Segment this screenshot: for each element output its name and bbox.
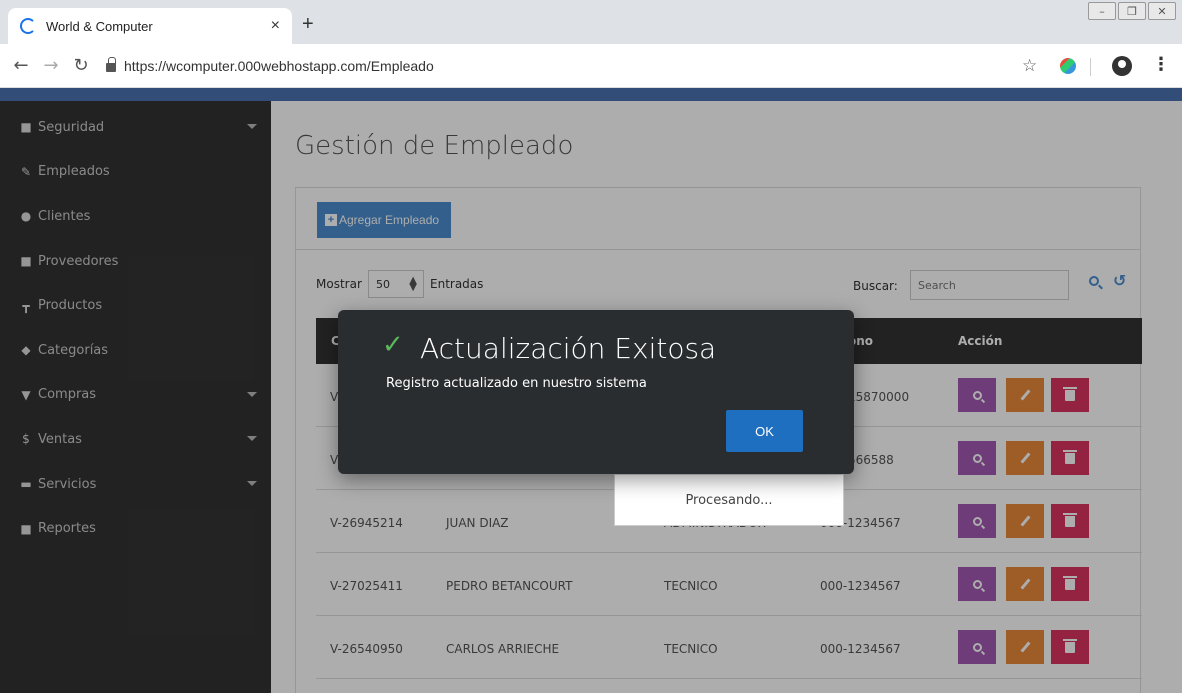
browser-tab-bar: World & Computer × + – ❐ ✕ (0, 0, 1182, 44)
bookmark-star-icon[interactable]: ☆ (1022, 56, 1037, 76)
address-bar[interactable]: https://wcomputer.000webhostapp.com/Empl… (106, 50, 1006, 82)
url-text[interactable]: https://wcomputer.000webhostapp.com/Empl… (124, 58, 434, 74)
lock-icon (106, 57, 116, 72)
new-tab-button[interactable]: + (302, 13, 314, 36)
browser-toolbar: ← → ↻ https://wcomputer.000webhostapp.co… (0, 44, 1182, 88)
close-window-button[interactable]: ✕ (1148, 2, 1176, 20)
account-icon[interactable] (1112, 56, 1132, 76)
back-button[interactable]: ← (6, 55, 36, 76)
tab-title: World & Computer (46, 18, 153, 34)
browser-tab[interactable]: World & Computer × (8, 8, 292, 44)
reload-button[interactable]: ↻ (66, 55, 96, 76)
tab-close-button[interactable]: × (271, 17, 280, 35)
window-controls: – ❐ ✕ (1088, 2, 1176, 20)
restore-button[interactable]: ❐ (1118, 2, 1146, 20)
dialog-title: Actualización Exitosa (420, 332, 717, 365)
success-dialog: ✓ Actualización Exitosa Registro actuali… (338, 310, 854, 474)
ok-button[interactable]: OK (726, 410, 803, 452)
browser-menu-icon[interactable]: ⋮ (1152, 54, 1170, 75)
dialog-message: Registro actualizado en nuestro sistema (386, 376, 647, 391)
toolbar-divider (1090, 58, 1091, 76)
extension-icon[interactable] (1060, 58, 1076, 74)
checkmark-icon: ✓ (382, 330, 404, 360)
processing-indicator: Procesando... (614, 474, 844, 526)
forward-button[interactable]: → (36, 55, 66, 76)
loading-icon (20, 18, 36, 34)
minimize-button[interactable]: – (1088, 2, 1116, 20)
